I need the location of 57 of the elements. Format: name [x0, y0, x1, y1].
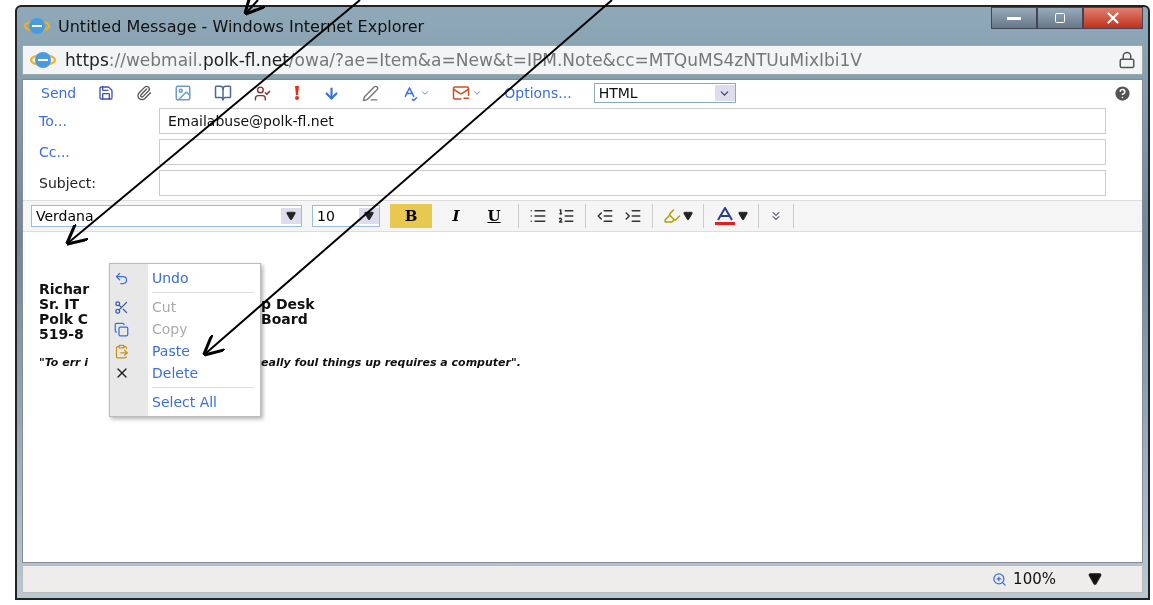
- undo-icon: [114, 270, 129, 286]
- cut-icon: [114, 299, 129, 315]
- paperclip-icon[interactable]: [136, 85, 153, 101]
- down-arrow-icon[interactable]: [323, 84, 341, 102]
- options-link[interactable]: Options...: [504, 85, 572, 101]
- format-button[interactable]: I: [442, 204, 470, 228]
- format-button[interactable]: U: [480, 204, 508, 228]
- highlighter-icon[interactable]: [663, 207, 693, 225]
- copy-icon: [114, 321, 129, 337]
- exclamation-icon[interactable]: [293, 85, 302, 101]
- minimize-icon: [1007, 16, 1021, 20]
- body-text: "To err i: [39, 356, 89, 370]
- size-dropdown[interactable]: 10: [312, 205, 380, 227]
- pen-icon[interactable]: [362, 84, 380, 102]
- format-button[interactable]: B: [390, 204, 432, 228]
- font-dropdown[interactable]: Verdana: [31, 205, 302, 227]
- menu-item[interactable]: Paste: [110, 340, 260, 362]
- mail-minus-icon[interactable]: [452, 84, 483, 102]
- paste-icon: [114, 343, 129, 359]
- body-text: Richar: [39, 282, 90, 297]
- bullet-list-icon[interactable]: [529, 207, 547, 225]
- image-icon[interactable]: [174, 84, 193, 102]
- format-dropdown[interactable]: HTML: [593, 83, 736, 103]
- body-text: Polk C: [39, 312, 89, 327]
- body-text: Board: [261, 312, 308, 327]
- field-label: Subject:: [39, 175, 98, 191]
- body-text: Sr. IT: [39, 297, 79, 312]
- save-icon[interactable]: [98, 85, 115, 101]
- menu-item[interactable]: Delete: [110, 362, 260, 384]
- caret-icon[interactable]: [1088, 572, 1102, 586]
- close-icon: [1104, 9, 1122, 27]
- menu-item[interactable]: Select All: [110, 391, 260, 413]
- font-color-icon[interactable]: [714, 207, 748, 225]
- menu-item[interactable]: Undo: [110, 267, 260, 289]
- body-text: eally foul things up requires a computer".: [261, 356, 521, 370]
- send-button[interactable]: Send: [41, 85, 77, 101]
- indent-icon[interactable]: [624, 207, 642, 225]
- maximize-icon: [1054, 12, 1066, 24]
- body-text: 519-8: [39, 327, 84, 342]
- close-button[interactable]: [1083, 7, 1143, 29]
- numbered-list-icon[interactable]: [557, 207, 575, 225]
- user-check-icon[interactable]: [254, 84, 272, 102]
- browser-logo-icon: [24, 15, 50, 37]
- book-icon[interactable]: [214, 84, 233, 102]
- help-icon[interactable]: [1113, 83, 1132, 103]
- zoom-icon: [992, 571, 1008, 587]
- chevrons-down-icon[interactable]: [769, 209, 783, 223]
- maximize-button[interactable]: [1037, 7, 1083, 29]
- lock-icon: [1118, 51, 1136, 69]
- zoom-level[interactable]: 100%: [1013, 570, 1056, 588]
- minimize-button[interactable]: [991, 7, 1037, 29]
- browser-logo-icon: [29, 49, 57, 71]
- caret-icon: [364, 211, 374, 221]
- caret-icon: [286, 211, 296, 221]
- recipient-link[interactable]: To...: [39, 113, 159, 129]
- recipient-link[interactable]: Cc...: [39, 144, 159, 160]
- outdent-icon[interactable]: [596, 207, 614, 225]
